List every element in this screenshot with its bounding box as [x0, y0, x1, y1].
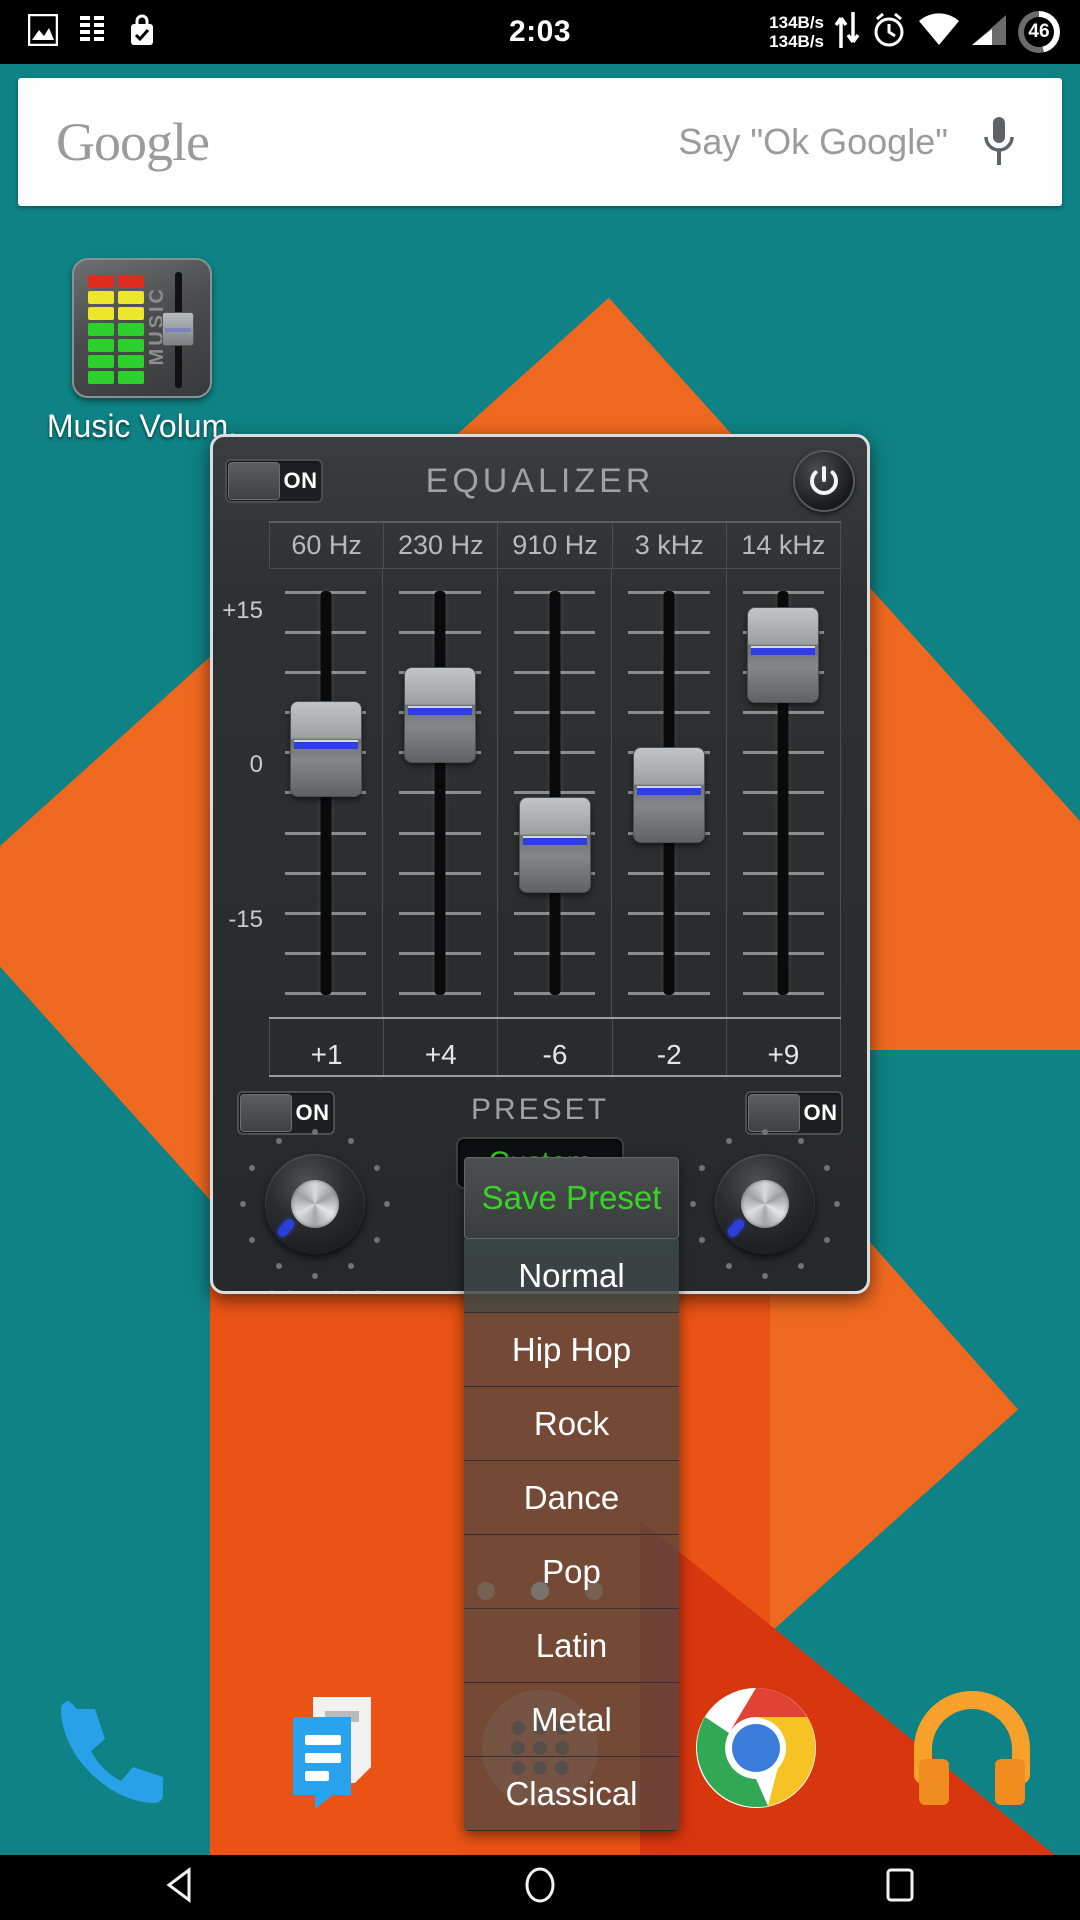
scale-label-bottom: -15 — [228, 906, 263, 933]
back-button[interactable] — [0, 1867, 360, 1908]
cell-signal-icon — [970, 13, 1008, 52]
play-music-icon — [907, 1683, 1037, 1818]
equalizer-band-values: +1 +4 -6 -2 +9 — [269, 1019, 842, 1077]
back-icon — [163, 1867, 197, 1908]
virtualizer-label: VIRTUALIZER — [675, 1285, 855, 1291]
battery-percent-label: 46 — [1028, 21, 1050, 42]
menu-item-preset[interactable]: Hip Hop — [464, 1313, 679, 1387]
menu-item-preset[interactable]: Classical — [464, 1757, 679, 1831]
recents-button[interactable] — [720, 1867, 1080, 1908]
preset-section-label: PRESET — [470, 1093, 610, 1126]
preset-dropdown-menu[interactable]: Save Preset Normal Hip Hop Rock Dance Po… — [464, 1157, 679, 1831]
knob-position-indicator — [275, 1217, 297, 1239]
knob-dot-ring — [690, 1129, 840, 1279]
menu-item-preset[interactable]: Rock — [464, 1387, 679, 1461]
home-icon — [522, 1866, 558, 1909]
slider-rail — [434, 591, 446, 995]
equalizer-band-column[interactable] — [383, 569, 498, 1017]
dock-item-chrome[interactable] — [648, 1684, 864, 1817]
phone-icon — [43, 1683, 173, 1818]
bass-boost-label: BASS BOOST — [225, 1285, 405, 1291]
knob-cap — [741, 1180, 789, 1228]
virtualizer-control[interactable]: VIRTUALIZER — [675, 1129, 855, 1291]
band-value: -6 — [498, 1019, 613, 1075]
vu-meter-column-right — [118, 275, 144, 384]
vu-meter-column-left — [88, 275, 114, 384]
band-frequency-label: 910 Hz — [498, 523, 613, 568]
network-speed-down: 134B/s — [769, 32, 824, 51]
icon-slider-thumb — [162, 312, 194, 346]
menu-item-preset[interactable]: Dance — [464, 1461, 679, 1535]
network-speed-indicator: 134B/s 134B/s — [769, 13, 824, 51]
band-value: +9 — [727, 1019, 842, 1075]
equalizer-header: ON EQUALIZER — [225, 447, 855, 515]
chrome-icon — [692, 1684, 820, 1817]
menu-item-preset[interactable]: Latin — [464, 1609, 679, 1683]
messages-icon — [259, 1683, 389, 1818]
save-preset-label: Save Preset — [481, 1179, 662, 1216]
virtualizer-knob[interactable] — [715, 1154, 815, 1254]
band-frequency-label: 3 kHz — [613, 523, 727, 568]
band-frequency-label: 14 kHz — [727, 523, 842, 568]
band-value: +4 — [384, 1019, 499, 1075]
bass-boost-knob[interactable] — [265, 1154, 365, 1254]
data-transfer-icon — [834, 10, 860, 55]
band-frequency-label: 60 Hz — [269, 523, 385, 568]
status-bar: 2:03 134B/s 134B/s 46 — [0, 0, 1080, 64]
menu-item-save-preset[interactable]: Save Preset — [464, 1157, 679, 1239]
slider-thumb-14khz[interactable] — [747, 607, 820, 703]
menu-item-preset[interactable]: Pop — [464, 1535, 679, 1609]
battery-icon: 46 — [1018, 11, 1060, 53]
microphone-icon[interactable] — [982, 115, 1062, 169]
knob-cap — [291, 1180, 339, 1228]
wifi-icon — [918, 12, 960, 52]
equalizer-band-column[interactable] — [612, 569, 727, 1017]
slider-thumb-60hz[interactable] — [289, 701, 362, 797]
slider-thumb-910hz[interactable] — [518, 797, 591, 893]
menu-item-preset[interactable]: Metal — [464, 1683, 679, 1757]
bass-boost-control[interactable]: BASS BOOST — [225, 1129, 405, 1291]
equalizer-band-column[interactable] — [269, 569, 384, 1017]
dock-item-phone[interactable] — [0, 1683, 216, 1818]
band-value: -2 — [613, 1019, 727, 1075]
slider-thumb-3khz[interactable] — [632, 747, 705, 843]
equalizer-band-column[interactable] — [498, 569, 613, 1017]
app-icon-music-volume[interactable]: MUSIC Music Volum. — [42, 258, 242, 445]
search-input[interactable]: Say "Ok Google" — [678, 121, 982, 163]
google-logo: Google — [56, 112, 210, 172]
home-button[interactable] — [360, 1866, 720, 1909]
music-volume-icon: MUSIC — [72, 258, 212, 398]
knob-position-indicator — [725, 1217, 747, 1239]
equalizer-band-labels: 60 Hz 230 Hz 910 Hz 3 kHz 14 kHz — [269, 521, 842, 569]
status-bar-right-icons: 134B/s 134B/s 46 — [769, 0, 1060, 64]
dock-item-play-music[interactable] — [864, 1683, 1080, 1818]
navigation-bar — [0, 1855, 1080, 1920]
recents-icon — [884, 1867, 916, 1908]
equalizer-sliders: +15 0 -15 — [222, 569, 842, 1019]
band-value: +1 — [269, 1019, 385, 1075]
page-title: EQUALIZER — [425, 461, 655, 500]
alarm-icon — [870, 11, 908, 54]
equalizer-band-column[interactable] — [727, 569, 842, 1017]
network-speed-up: 134B/s — [769, 13, 824, 32]
menu-item-preset[interactable]: Normal — [464, 1239, 679, 1313]
scale-label-mid: 0 — [249, 751, 263, 778]
scale-label-top: +15 — [222, 597, 263, 624]
equalizer-scale: +15 0 -15 — [213, 569, 269, 1017]
knob-dot-ring — [240, 1129, 390, 1279]
google-search-bar[interactable]: Google Say "Ok Google" — [18, 78, 1062, 206]
slider-thumb-230hz[interactable] — [404, 667, 477, 763]
slider-rail — [549, 591, 561, 995]
dock-item-messages[interactable] — [216, 1683, 432, 1818]
band-frequency-label: 230 Hz — [384, 523, 499, 568]
